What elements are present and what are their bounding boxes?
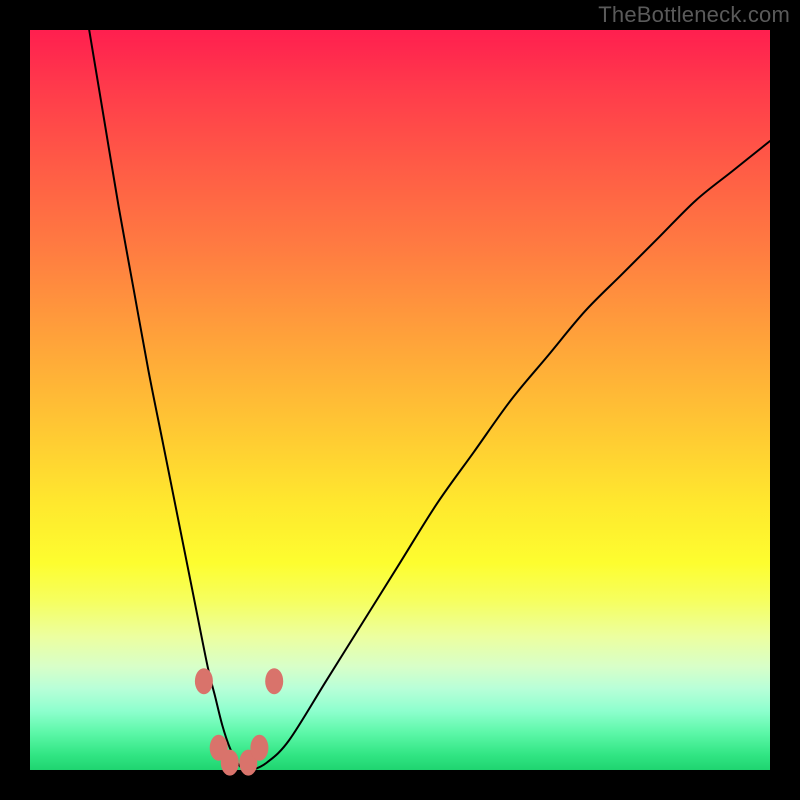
curve-marker xyxy=(250,735,268,761)
curve-marker xyxy=(221,750,239,776)
curve-marker xyxy=(195,668,213,694)
curve-layer xyxy=(30,30,770,770)
curve-marker xyxy=(265,668,283,694)
watermark-text: TheBottleneck.com xyxy=(598,2,790,28)
plot-area xyxy=(30,30,770,770)
bottleneck-curve xyxy=(89,30,770,771)
chart-frame: TheBottleneck.com xyxy=(0,0,800,800)
